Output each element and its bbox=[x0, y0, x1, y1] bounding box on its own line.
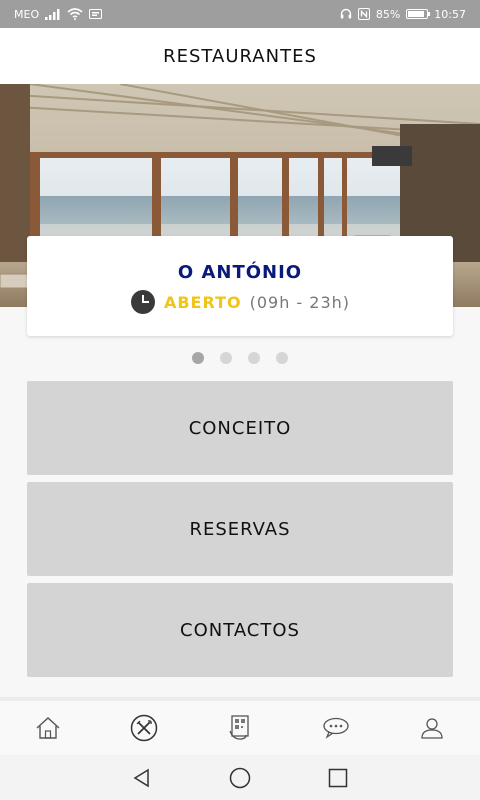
tab-profile[interactable] bbox=[408, 708, 456, 748]
restaurant-name: O ANTÓNIO bbox=[177, 262, 303, 283]
hours-range: (09h - 23h) bbox=[249, 292, 351, 312]
clock-icon bbox=[130, 290, 155, 314]
open-status: ABERTO bbox=[163, 292, 242, 312]
carousel-dot[interactable] bbox=[248, 352, 260, 364]
nfc-icon bbox=[357, 8, 370, 20]
reservations-button-label: RESERVAS bbox=[189, 518, 291, 540]
battery-percentage: 85% bbox=[375, 7, 401, 21]
wifi-icon bbox=[67, 8, 83, 20]
qr-menu-icon bbox=[229, 715, 249, 740]
user-icon bbox=[421, 718, 443, 739]
tab-menu[interactable] bbox=[216, 708, 264, 748]
carousel-dot[interactable] bbox=[220, 352, 232, 364]
page-title: RESTAURANTES bbox=[163, 45, 317, 67]
carrier-label: MEO bbox=[14, 7, 40, 21]
contacts-button-label: CONTACTOS bbox=[180, 619, 300, 641]
recents-button[interactable] bbox=[323, 763, 353, 793]
bottom-tab-bar bbox=[0, 697, 480, 755]
clock: 10:57 bbox=[434, 7, 466, 21]
concept-button[interactable]: CONCEITO bbox=[27, 381, 453, 475]
reservations-button[interactable]: RESERVAS bbox=[27, 482, 453, 576]
carousel-indicator bbox=[0, 352, 480, 364]
chat-icon bbox=[323, 717, 349, 739]
signal-icon bbox=[45, 8, 60, 20]
status-bar: MEO 85% 10:57 bbox=[0, 0, 480, 28]
restaurant-info-card[interactable]: O ANTÓNIO ABERTO (09h - 23h) bbox=[27, 236, 453, 336]
concept-button-label: CONCEITO bbox=[188, 417, 292, 439]
tab-home[interactable] bbox=[24, 708, 72, 748]
home-button[interactable] bbox=[225, 763, 255, 793]
tab-messages[interactable] bbox=[312, 708, 360, 748]
home-circle-icon bbox=[229, 767, 251, 788]
tab-restaurants[interactable] bbox=[120, 708, 168, 748]
contacts-button[interactable]: CONTACTOS bbox=[27, 583, 453, 677]
headset-icon bbox=[340, 8, 352, 19]
system-navigation-bar bbox=[0, 755, 480, 800]
fork-knife-icon bbox=[130, 714, 158, 742]
app-header: RESTAURANTES bbox=[0, 28, 480, 84]
carousel-dot[interactable] bbox=[192, 352, 204, 364]
opening-hours: ABERTO (09h - 23h) bbox=[27, 289, 453, 315]
back-button[interactable] bbox=[127, 763, 157, 793]
home-icon bbox=[36, 717, 60, 739]
battery-icon bbox=[406, 9, 431, 19]
carousel-dot[interactable] bbox=[276, 352, 288, 364]
message-icon bbox=[89, 9, 103, 19]
back-triangle-icon bbox=[133, 768, 149, 787]
recents-square-icon bbox=[328, 768, 348, 787]
